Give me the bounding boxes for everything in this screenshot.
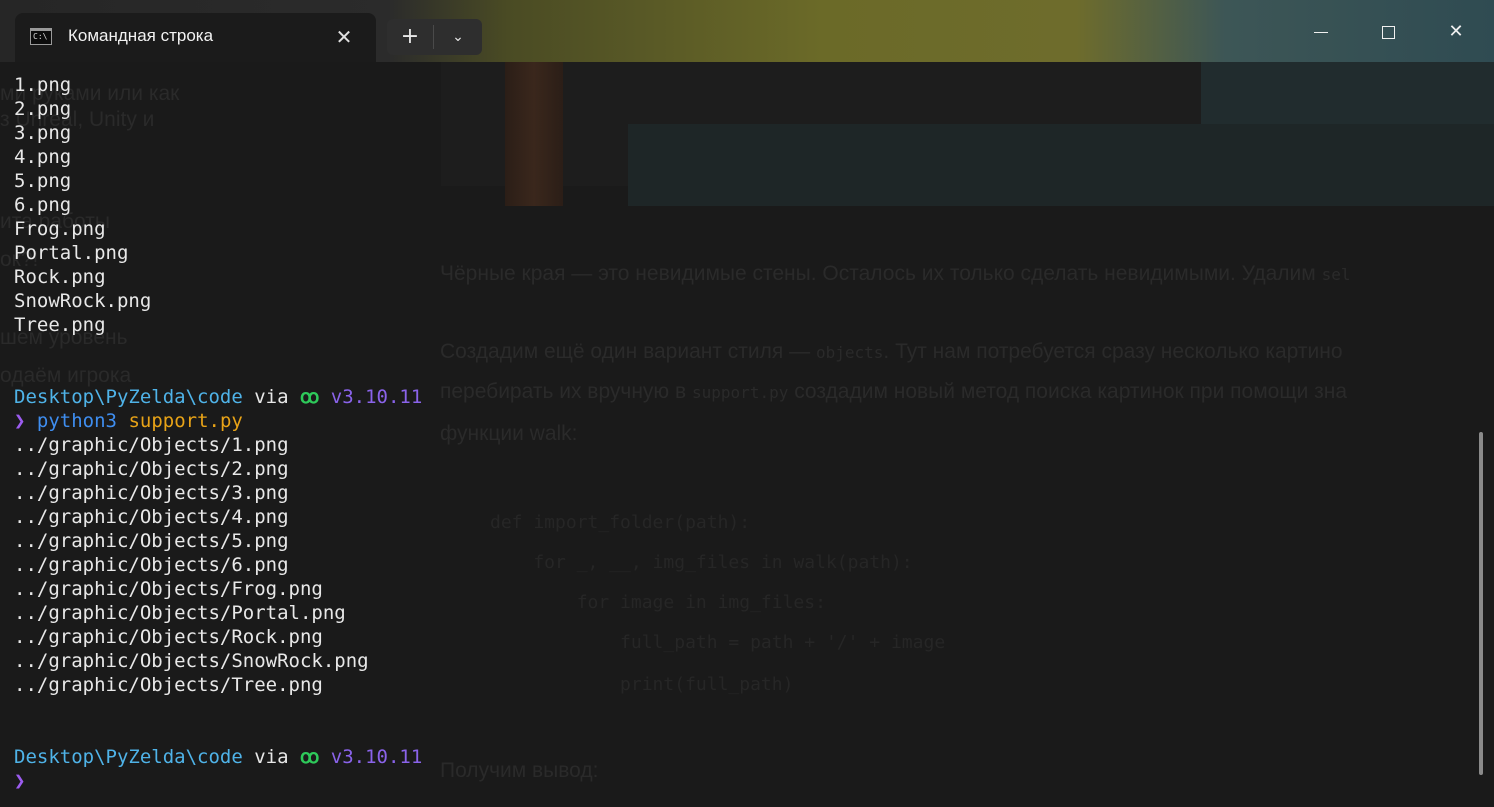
bg-paragraph: Создадим ещё один вариант стиля — object… (440, 340, 1343, 363)
bg-code-line: print(full_path) (490, 674, 794, 695)
output-line: 2.png (14, 98, 72, 120)
bg-code-line: for image in img_files: (490, 592, 826, 613)
output-line: ../graphic/Objects/4.png (14, 506, 289, 528)
minimize-icon (1314, 31, 1328, 33)
output-line: ../graphic/Objects/Portal.png (14, 602, 346, 624)
output-line: 6.png (14, 194, 72, 216)
output-line: ../graphic/Objects/Tree.png (14, 674, 323, 696)
maximize-button[interactable] (1365, 10, 1411, 54)
output-line: 5.png (14, 170, 72, 192)
output-line: Rock.png (14, 266, 106, 288)
bg-paragraph: Чёрные края — это невидимые стены. Остал… (440, 262, 1351, 285)
tab-command-prompt[interactable]: C:\ Командная строка ✕ (15, 13, 376, 62)
output-line: ../graphic/Objects/Rock.png (14, 626, 323, 648)
command-program: python3 (36, 410, 117, 432)
prompt-arrow: ❯ (14, 770, 26, 792)
scrollbar[interactable] (1479, 432, 1483, 775)
output-line: Tree.png (14, 314, 106, 336)
new-tab-button[interactable]: + (387, 19, 433, 55)
output-line: ../graphic/Objects/6.png (14, 554, 289, 576)
bg-code-line: for _, __, img_files in walk(path): (490, 552, 913, 573)
output-line: ../graphic/Objects/5.png (14, 530, 289, 552)
bg-code-line: def import_folder(path): (490, 512, 751, 533)
tab-title: Командная строка (68, 26, 214, 45)
background-image-corner (1200, 62, 1494, 124)
output-line: 1.png (14, 74, 72, 96)
output-line: ../graphic/Objects/2.png (14, 458, 289, 480)
prompt-arrow: ❯ (14, 410, 26, 432)
new-tab-group: + ⌄ (387, 19, 482, 55)
prompt-line: Desktop\PyZelda\code via ꝏ v3.10.11 (14, 745, 422, 769)
python-icon: ꝏ (299, 746, 320, 768)
python-icon: ꝏ (299, 386, 320, 408)
output-line: 3.png (14, 122, 72, 144)
chevron-down-icon[interactable]: ⌄ (435, 19, 481, 55)
divider (433, 25, 434, 49)
output-line: ../graphic/Objects/Frog.png (14, 578, 323, 600)
output-line: ../graphic/Objects/1.png (14, 434, 289, 456)
prompt-path: Desktop\PyZelda\code (14, 386, 243, 408)
output-line: ../graphic/Objects/3.png (14, 482, 289, 504)
python-version: v3.10.11 (330, 746, 423, 768)
bg-code-line: full_path = path + '/' + image (490, 632, 946, 653)
prompt-via: via (242, 386, 300, 408)
close-tab-icon[interactable]: ✕ (330, 23, 358, 51)
output-line: SnowRock.png (14, 290, 152, 312)
maximize-icon (1381, 25, 1395, 39)
prompt-line: Desktop\PyZelda\code via ꝏ v3.10.11 (14, 385, 422, 409)
minimize-button[interactable] (1298, 10, 1344, 54)
terminal-output[interactable]: 1.png 2.png 3.png 4.png 5.png 6.png Frog… (14, 73, 422, 793)
output-line: 4.png (14, 146, 72, 168)
command-argument: support.py (128, 410, 243, 432)
bg-paragraph: функции walk: (440, 422, 578, 445)
output-line: Portal.png (14, 242, 129, 264)
prompt-path: Desktop\PyZelda\code (14, 746, 243, 768)
bg-paragraph: Получим вывод: (440, 759, 599, 782)
background-image-panel (628, 124, 1494, 206)
title-bar[interactable]: C:\ Командная строка ✕ + ⌄ ✕ (0, 0, 1494, 62)
prompt-via: via (242, 746, 300, 768)
background-image-pillar (505, 62, 563, 206)
command-line: ❯ python3 support.py (14, 409, 422, 433)
bg-paragraph: перебирать их вручную в support.py созда… (440, 380, 1348, 403)
output-line: ../graphic/Objects/SnowRock.png (14, 650, 369, 672)
close-window-button[interactable]: ✕ (1433, 10, 1479, 54)
cmd-icon: C:\ (30, 28, 52, 45)
python-version: v3.10.11 (330, 386, 423, 408)
input-line[interactable]: ❯ (14, 769, 422, 793)
output-line: Frog.png (14, 218, 106, 240)
